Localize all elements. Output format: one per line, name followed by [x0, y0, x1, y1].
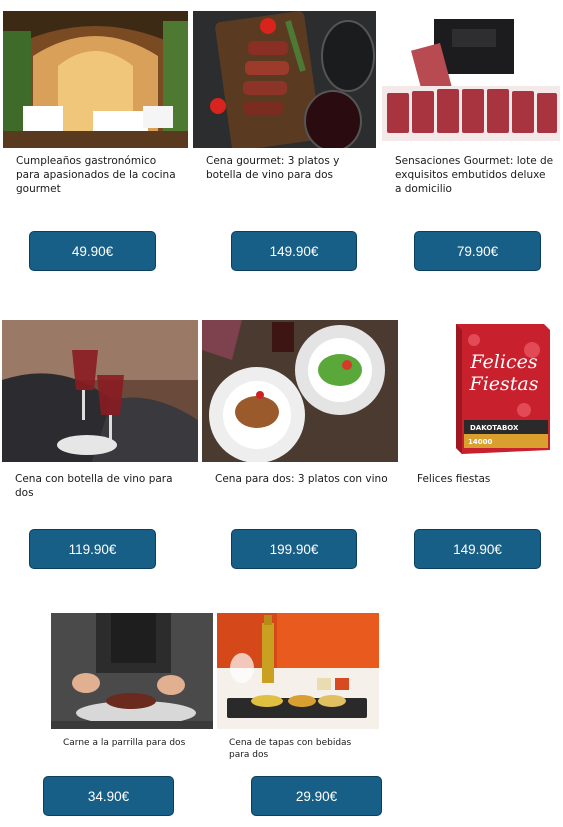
price-button[interactable]: 29.90€ — [251, 776, 382, 816]
gift-box-text: Felices — [469, 351, 537, 373]
gift-box-text: Fiestas — [469, 373, 539, 395]
product-title[interactable]: Sensaciones Gourmet: lote de exquisitos … — [395, 154, 554, 196]
product-title[interactable]: Carne a la parrilla para dos — [63, 737, 207, 749]
product-image[interactable] — [2, 320, 198, 462]
price-button[interactable]: 149.90€ — [414, 529, 541, 569]
product-title[interactable]: Cumpleaños gastronómico para apasionados… — [16, 154, 182, 196]
product-title[interactable]: Cena de tapas con bebidas para dos — [229, 737, 373, 761]
product-card[interactable]: Cena de tapas con bebidas para dos — [217, 613, 379, 763]
product-card[interactable]: Cumpleaños gastronómico para apasionados… — [3, 11, 188, 199]
price-button[interactable]: 149.90€ — [231, 231, 357, 271]
price-button[interactable]: 119.90€ — [29, 529, 156, 569]
product-title[interactable]: Cena gourmet: 3 platos y botella de vino… — [206, 154, 370, 182]
product-image[interactable] — [51, 613, 213, 729]
product-title[interactable]: Cena con botella de vino para dos — [15, 472, 192, 500]
gift-box-count: 14000 — [468, 438, 492, 446]
product-card[interactable]: Cena para dos: 3 platos con vino — [202, 320, 398, 502]
price-button[interactable]: 49.90€ — [29, 231, 156, 271]
product-card[interactable]: Cena con botella de vino para dos — [2, 320, 198, 502]
product-card[interactable]: Carne a la parrilla para dos — [51, 613, 213, 763]
product-image[interactable] — [382, 11, 560, 148]
product-image[interactable] — [3, 11, 188, 148]
product-card[interactable]: Sensaciones Gourmet: lote de exquisitos … — [382, 11, 560, 199]
product-image[interactable] — [202, 320, 398, 462]
price-button[interactable]: 34.90€ — [43, 776, 174, 816]
product-image[interactable] — [217, 613, 379, 729]
product-image[interactable]: Felices Fiestas DAKOTABOX 14000 — [404, 320, 560, 462]
price-button[interactable]: 79.90€ — [414, 231, 541, 271]
product-card[interactable]: Cena gourmet: 3 platos y botella de vino… — [193, 11, 376, 199]
product-card[interactable]: Felices Fiestas DAKOTABOX 14000 Felices … — [404, 320, 560, 502]
product-title[interactable]: Felices fiestas — [417, 472, 554, 486]
product-title[interactable]: Cena para dos: 3 platos con vino — [215, 472, 392, 486]
product-image[interactable] — [193, 11, 376, 148]
gift-box-brand: DAKOTABOX — [470, 424, 519, 432]
price-button[interactable]: 199.90€ — [231, 529, 357, 569]
